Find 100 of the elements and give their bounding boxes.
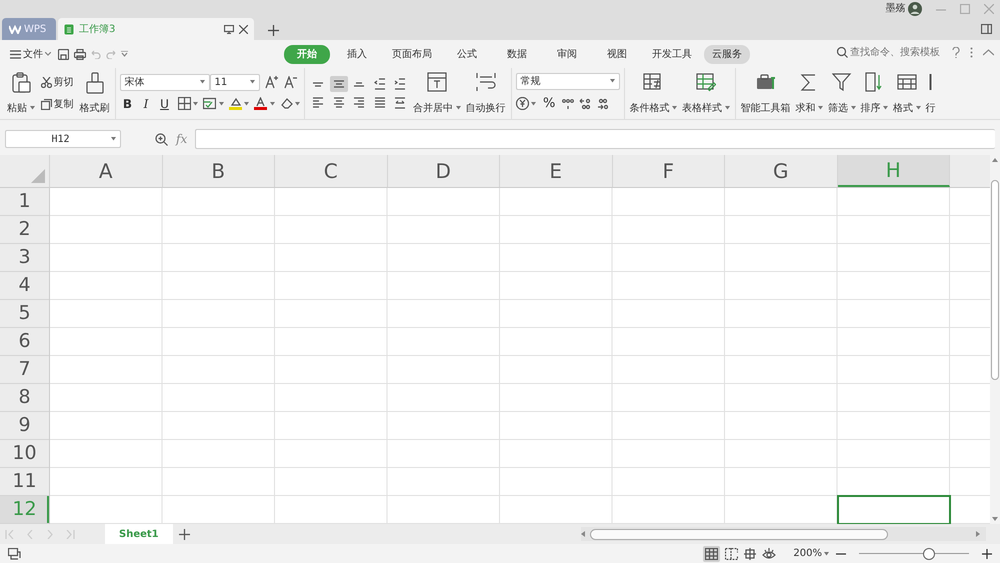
print-icon[interactable]	[74, 48, 86, 60]
ribbon-tab[interactable]: 开发工具	[644, 45, 700, 64]
search-field[interactable]: 查找命令、搜索模板	[836, 45, 942, 60]
number-format-dropdown[interactable]: 常规	[516, 72, 620, 90]
toolbox-icon	[756, 72, 776, 92]
row-header[interactable]: 4	[0, 272, 49, 300]
cell-grid[interactable]	[50, 188, 990, 524]
ribbon-tab[interactable]: 数据	[494, 45, 540, 64]
currency-icon[interactable]	[516, 97, 528, 110]
name-box[interactable]: H12	[5, 130, 121, 148]
zoom-dropdown[interactable]: 200%	[791, 545, 831, 562]
borders-icon[interactable]	[178, 97, 190, 110]
row-header[interactable]: 5	[0, 300, 49, 328]
thousands-separator-icon[interactable]	[562, 98, 574, 110]
ribbon-button[interactable]: 筛选	[827, 70, 856, 118]
zoom-in-icon[interactable]	[982, 548, 992, 558]
ribbon-tab[interactable]: 插入	[334, 45, 380, 64]
eraser-icon[interactable]	[280, 97, 292, 110]
cut-button[interactable]: 剪切	[38, 74, 76, 91]
copy-button[interactable]: 复制	[38, 96, 76, 113]
align-right-icon	[353, 97, 365, 108]
help-icon[interactable]	[952, 47, 960, 58]
ribbon-button[interactable]: 智能工具箱	[740, 70, 792, 118]
alignment-button[interactable]	[330, 76, 348, 92]
close-icon[interactable]	[239, 24, 248, 34]
zoom-icon[interactable]	[155, 132, 168, 146]
ribbon-button[interactable]: 行	[924, 70, 936, 118]
page-break-icon[interactable]	[725, 548, 738, 560]
user-name[interactable]: 墨殇	[886, 1, 906, 16]
bold-button[interactable]: B	[120, 94, 136, 114]
increase-decimal-icon[interactable]	[579, 98, 592, 110]
ribbon-button[interactable]: 表格样式	[681, 70, 730, 118]
ribbon-button[interactable]: 条件格式	[628, 70, 678, 118]
ribbon-tab[interactable]: 公式	[444, 45, 490, 64]
italic-button[interactable]: I	[138, 94, 154, 114]
merge-center-button[interactable]: 合并居中	[412, 70, 462, 118]
collapse-icon[interactable]	[983, 49, 994, 56]
add-icon[interactable]	[268, 25, 279, 36]
column-header[interactable]: D	[388, 155, 500, 187]
more-icon[interactable]	[970, 47, 973, 58]
row-header[interactable]: 7	[0, 356, 49, 384]
logo-icon	[9, 24, 21, 34]
monitor-icon[interactable]	[224, 24, 234, 34]
zoom-slider-thumb[interactable]	[922, 548, 935, 560]
avatar[interactable]	[908, 2, 922, 16]
font-grow-icon[interactable]	[264, 76, 278, 88]
page-layout-icon[interactable]	[743, 548, 758, 560]
save-icon[interactable]	[58, 48, 69, 60]
underline-button[interactable]: U	[156, 94, 172, 114]
formula-input[interactable]	[195, 129, 995, 149]
scrollbar-thumb[interactable]	[991, 180, 999, 380]
fill-color-icon[interactable]	[228, 97, 242, 110]
format-painter-button[interactable]: 格式刷	[78, 70, 110, 118]
sidebar-icon[interactable]	[981, 24, 992, 34]
ribbon-button[interactable]: 求和	[794, 70, 824, 118]
status-icon[interactable]	[8, 548, 21, 560]
row-header[interactable]: 8	[0, 384, 49, 412]
cell-style-icon[interactable]	[203, 97, 216, 110]
column-header[interactable]: F	[612, 155, 725, 187]
caret-icon	[30, 106, 34, 110]
search-icon	[836, 47, 848, 58]
row-header[interactable]: 6	[0, 328, 49, 356]
sheet-tab[interactable]: Sheet1	[105, 524, 173, 544]
customize-icon[interactable]	[121, 51, 128, 57]
ribbon-tab[interactable]: 页面布局	[384, 45, 440, 64]
horizontal-scrollbar[interactable]	[581, 527, 986, 541]
merge-cells-icon	[426, 72, 447, 92]
file-menu[interactable]: 文件	[8, 46, 53, 62]
ribbon-tab[interactable]: 审阅	[544, 45, 590, 64]
scroll-up-icon[interactable]	[992, 158, 998, 162]
normal-view-button[interactable]	[703, 546, 720, 562]
column-header[interactable]: E	[500, 155, 612, 187]
scroll-right-icon[interactable]	[976, 531, 980, 537]
eye-icon[interactable]	[762, 548, 776, 560]
column-header[interactable]: C	[275, 155, 388, 187]
column-header[interactable]: A	[50, 155, 162, 187]
column-header[interactable]: B	[162, 155, 275, 187]
row-header[interactable]: 3	[0, 244, 49, 272]
add-sheet-icon[interactable]	[178, 528, 190, 540]
scrollbar-thumb[interactable]	[590, 528, 888, 540]
font-shrink-icon[interactable]	[284, 76, 298, 88]
wrap-text-icon	[476, 72, 496, 92]
font-dropdown[interactable]: 宋体	[120, 74, 210, 90]
font-color-icon[interactable]	[254, 97, 267, 110]
scroll-down-icon[interactable]	[992, 517, 998, 521]
row-header[interactable]: 1	[0, 188, 49, 216]
decrease-decimal-icon[interactable]	[596, 98, 608, 110]
ribbon-button[interactable]: 格式	[892, 70, 922, 118]
font-size-dropdown[interactable]: 11	[210, 74, 260, 90]
row-header[interactable]: 10	[0, 440, 49, 468]
wrap-text-button[interactable]: 自动换行	[464, 70, 506, 118]
ribbon-button[interactable]: 排序	[860, 70, 889, 118]
ribbon-tab[interactable]: 视图	[594, 45, 640, 64]
percent-button[interactable]: %	[541, 92, 558, 114]
caret-icon	[610, 79, 614, 84]
row-header[interactable]: 9	[0, 412, 49, 440]
row-header[interactable]: 2	[0, 216, 49, 244]
ribbon-tab[interactable]: 云服务	[704, 45, 750, 64]
scroll-left-icon[interactable]	[581, 531, 585, 537]
paste-button[interactable]: 粘贴	[6, 70, 36, 118]
